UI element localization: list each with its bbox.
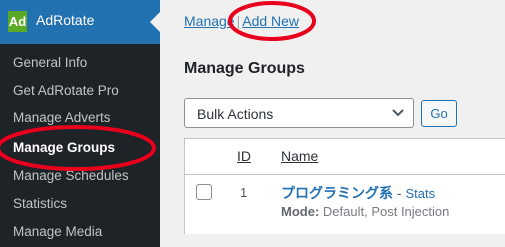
annotation-layer (0, 1, 316, 171)
annotation-circle-manage-groups (0, 125, 156, 171)
annotation-circle-add-new (228, 1, 316, 41)
